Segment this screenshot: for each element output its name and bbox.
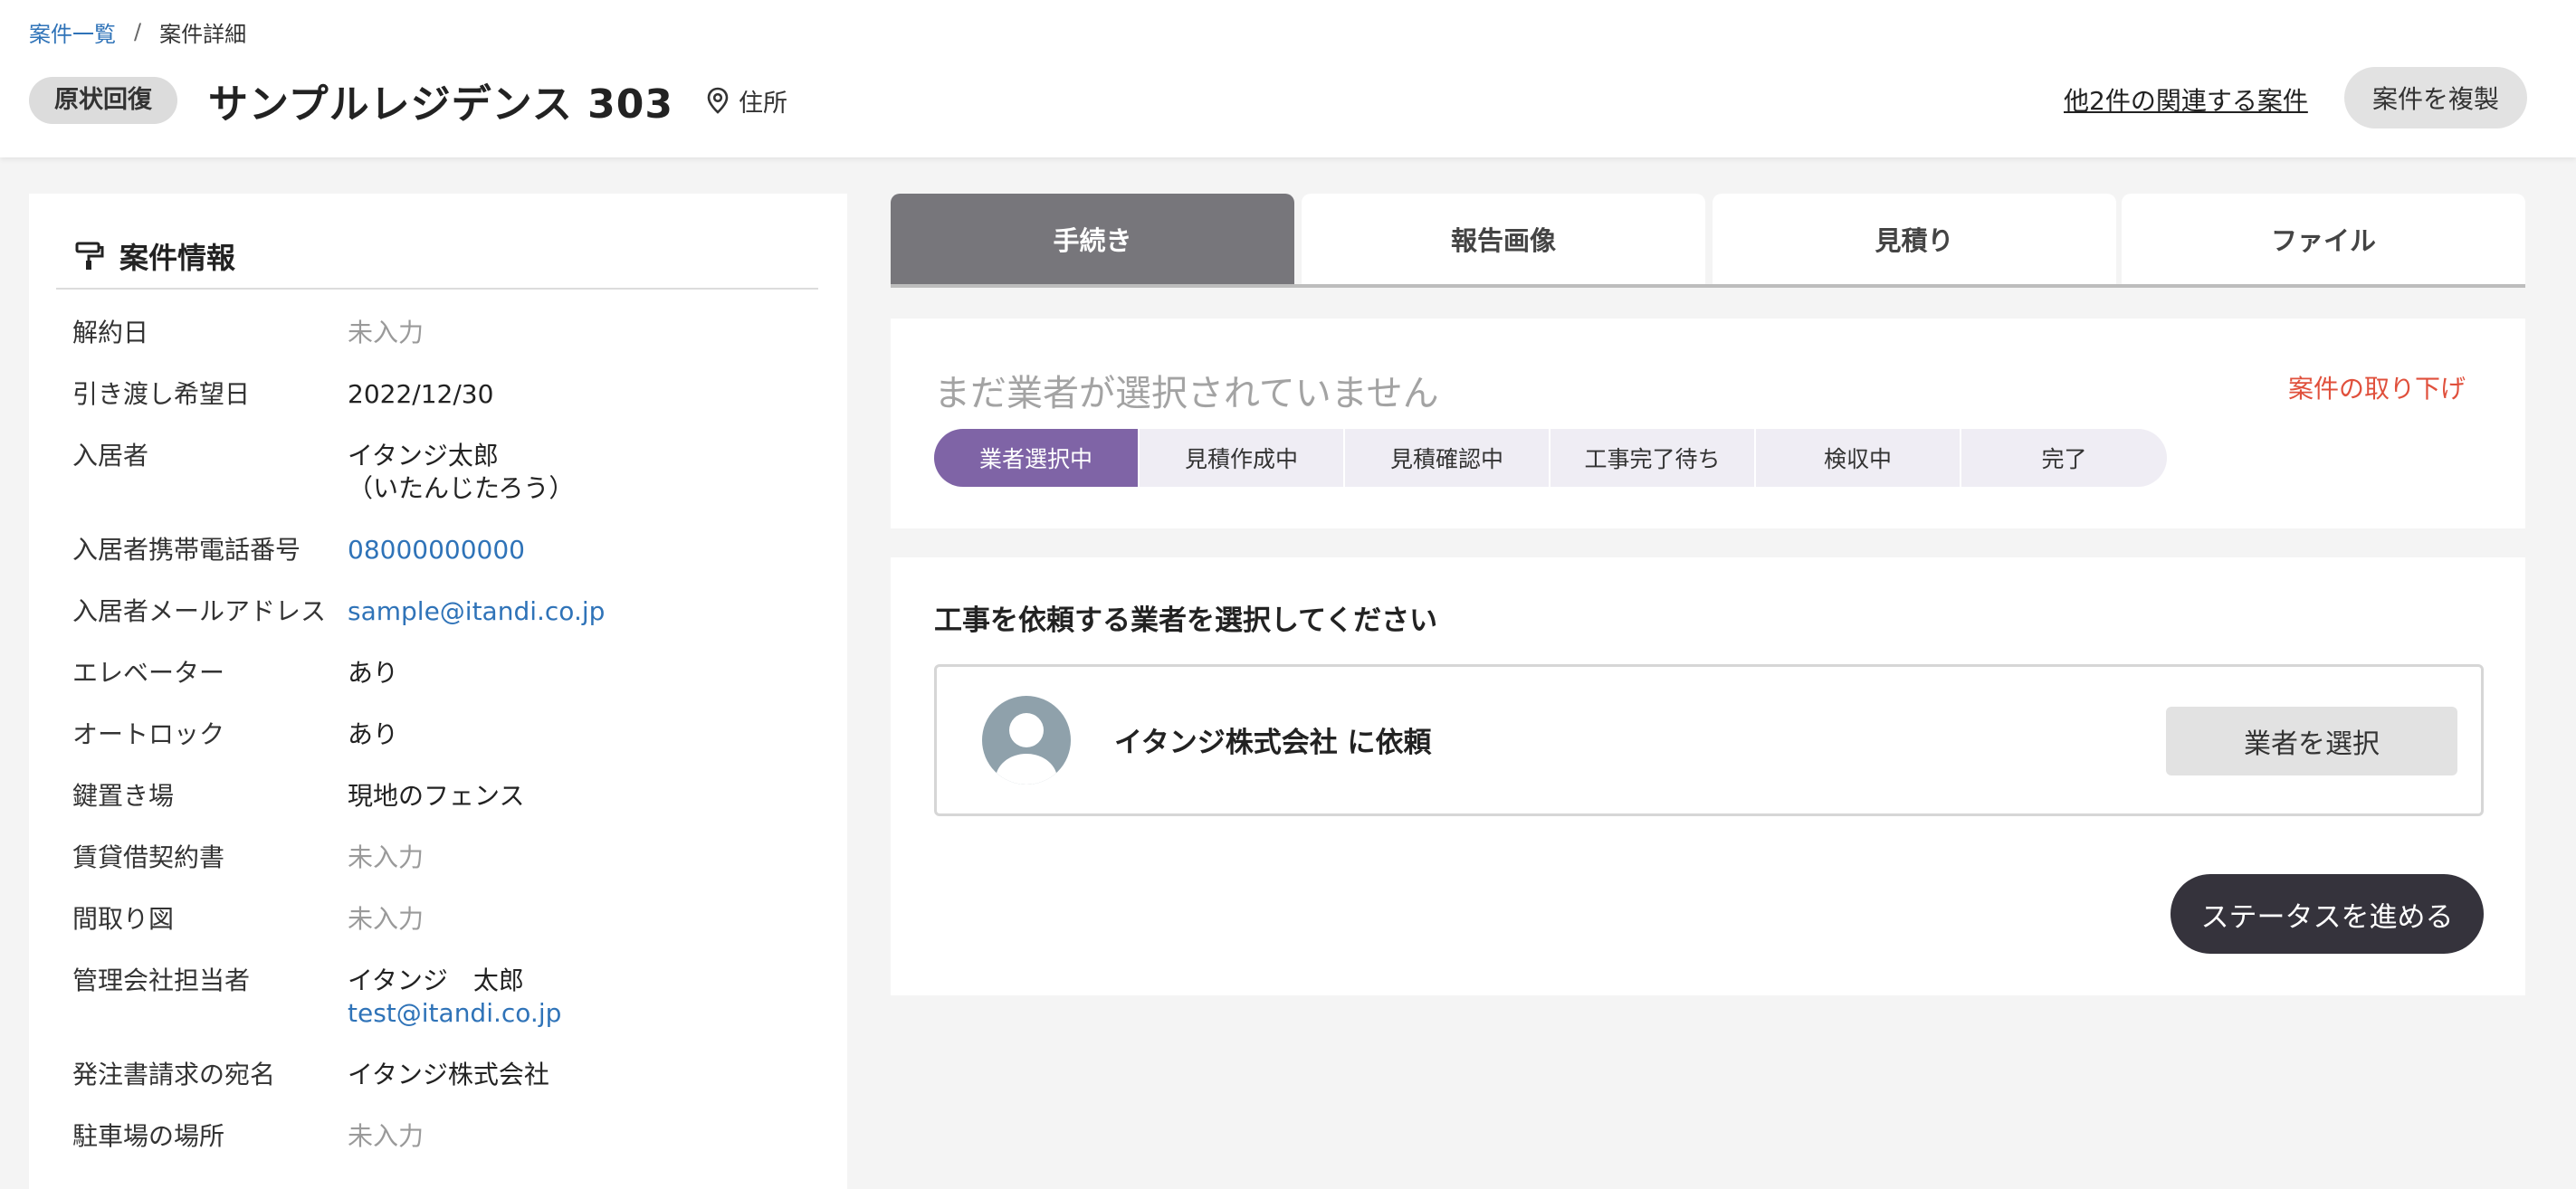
vendor-card: 工事を依頼する業者を選択してください イタンジ株式会社 に依頼 業者を選択 ステ… bbox=[891, 557, 2525, 995]
related-cases-link[interactable]: 他2件の関連する案件 bbox=[2064, 81, 2308, 118]
page-header: 案件一覧 / 案件詳細 原状回復 サンプルレジデンス 303 住所 他2件の関連… bbox=[0, 0, 2576, 157]
info-label: オートロック bbox=[72, 719, 225, 749]
info-value: 未入力 bbox=[348, 318, 425, 347]
tab-procedure[interactable]: 手続き bbox=[891, 194, 1294, 284]
step-complete: 完了 bbox=[2041, 446, 2087, 472]
paint-roller-icon bbox=[75, 242, 104, 270]
panel-divider bbox=[56, 288, 818, 290]
info-label: 駐車場の場所 bbox=[72, 1121, 225, 1151]
panel-title: 案件情報 bbox=[74, 235, 235, 277]
address-label: 住所 bbox=[738, 89, 787, 118]
step-estimate-creation: 見積作成中 bbox=[1140, 429, 1345, 487]
info-label: エレベーター bbox=[72, 658, 225, 688]
info-label: 管理会社担当者 bbox=[72, 965, 251, 995]
info-label: 間取り図 bbox=[72, 904, 175, 934]
status-stepper: 業者選択中 見積作成中 見積確認中 工事完了待ち 検収中 完了 bbox=[934, 429, 2167, 487]
info-value: イタンジ株式会社 bbox=[348, 1060, 549, 1089]
info-value: 現地のフェンス bbox=[348, 781, 525, 811]
step-estimate-review: 見積確認中 bbox=[1345, 429, 1550, 487]
info-value: 未入力 bbox=[348, 842, 425, 872]
page-title: サンプルレジデンス 303 bbox=[208, 81, 673, 128]
tenant-name: イタンジ太郎 bbox=[348, 441, 499, 471]
breadcrumb-case-list-link[interactable]: 案件一覧 bbox=[29, 16, 116, 48]
panel-title-text: 案件情報 bbox=[119, 241, 236, 275]
manager-name: イタンジ 太郎 bbox=[348, 965, 524, 995]
location-pin-icon bbox=[707, 87, 729, 114]
vendor-name: イタンジ株式会社 に依頼 bbox=[1114, 727, 1432, 759]
address-link[interactable]: 住所 bbox=[706, 83, 787, 119]
info-label: 引き渡し希望日 bbox=[72, 379, 251, 409]
vendor-box: イタンジ株式会社 に依頼 業者を選択 bbox=[934, 664, 2484, 816]
info-value: 未入力 bbox=[348, 904, 425, 934]
person-avatar-icon bbox=[982, 696, 1071, 785]
tenant-email-link[interactable]: sample@itandi.co.jp bbox=[348, 595, 836, 628]
info-value: 2022/12/30 bbox=[348, 379, 494, 409]
step-awaiting-completion: 工事完了待ち bbox=[1550, 429, 1756, 487]
status-message: まだ業者が選択されていません bbox=[934, 373, 1439, 414]
info-label: 解約日 bbox=[72, 318, 149, 347]
tab-underline bbox=[891, 284, 2525, 288]
step-vendor-selection: 業者選択中 bbox=[934, 429, 1140, 487]
tab-files[interactable]: ファイル bbox=[2122, 194, 2525, 284]
info-label: 鍵置き場 bbox=[72, 781, 175, 811]
info-value: あり bbox=[348, 719, 399, 749]
info-label: 入居者メールアドレス bbox=[72, 596, 327, 626]
breadcrumb-current: 案件詳細 bbox=[159, 21, 247, 47]
info-value: イタンジ太郎 （いたんじたろう） bbox=[348, 440, 836, 505]
case-info-panel: 案件情報 解約日 未入力 引き渡し希望日 2022/12/30 入居者 イタンジ… bbox=[29, 194, 847, 1189]
tab-bar: 手続き 報告画像 見積り ファイル bbox=[891, 194, 2525, 288]
select-vendor-button[interactable]: 業者を選択 bbox=[2166, 707, 2457, 775]
withdraw-case-link[interactable]: 案件の取り下げ bbox=[2288, 369, 2466, 405]
tenant-name-kana: （いたんじたろう） bbox=[348, 473, 575, 503]
info-value: あり bbox=[348, 658, 399, 688]
info-label: 入居者 bbox=[72, 441, 149, 471]
case-type-badge: 原状回復 bbox=[29, 77, 177, 124]
breadcrumb: 案件一覧 / 案件詳細 bbox=[29, 16, 247, 48]
tab-estimate[interactable]: 見積り bbox=[1713, 194, 2116, 284]
info-label: 賃貸借契約書 bbox=[72, 842, 225, 872]
duplicate-case-button[interactable]: 案件を複製 bbox=[2344, 67, 2527, 128]
tab-report-images[interactable]: 報告画像 bbox=[1302, 194, 1705, 284]
step-inspection: 検収中 bbox=[1756, 429, 1961, 487]
manager-email-link[interactable]: test@itandi.co.jp bbox=[348, 998, 561, 1028]
vendor-heading: 工事を依頼する業者を選択してください bbox=[934, 604, 1438, 637]
info-value: 未入力 bbox=[348, 1121, 425, 1151]
tenant-phone-link[interactable]: 08000000000 bbox=[348, 534, 836, 566]
status-card: まだ業者が選択されていません 案件の取り下げ 業者選択中 見積作成中 見積確認中… bbox=[891, 319, 2525, 528]
info-label: 入居者携帯電話番号 bbox=[72, 535, 301, 565]
title-row: 原状回復 サンプルレジデンス 303 住所 bbox=[29, 72, 787, 128]
breadcrumb-separator: / bbox=[134, 19, 142, 44]
info-value: イタンジ 太郎 test@itandi.co.jp bbox=[348, 965, 836, 1030]
info-label: 発注書請求の宛名 bbox=[72, 1060, 276, 1089]
advance-status-button[interactable]: ステータスを進める bbox=[2171, 874, 2484, 954]
